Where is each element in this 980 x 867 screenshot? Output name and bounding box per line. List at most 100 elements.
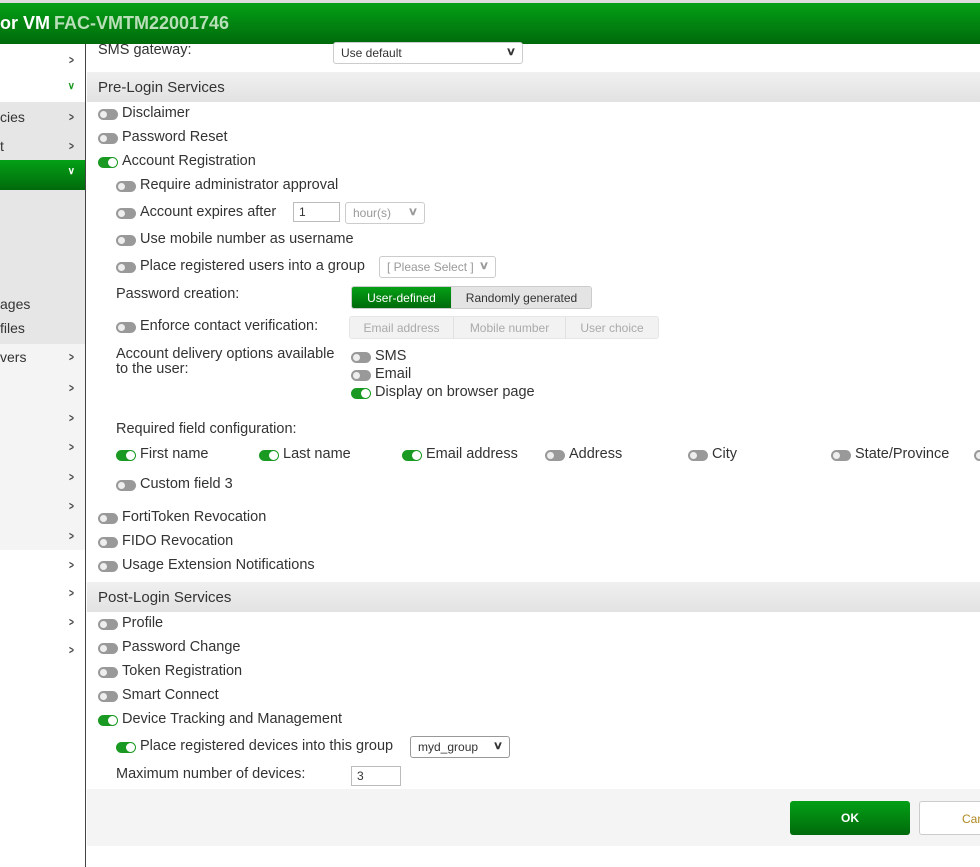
fortitoken-revocation-toggle[interactable] (98, 513, 118, 524)
device-tracking-label: Device Tracking and Management (122, 711, 343, 727)
password-reset-toggle[interactable] (98, 133, 118, 144)
token-registration-toggle[interactable] (98, 667, 118, 678)
sidebar-item[interactable]: ∨ (0, 75, 85, 103)
chevron-right-icon: > (69, 643, 74, 657)
chevron-right-icon: > (69, 470, 74, 484)
chevron-right-icon: > (69, 110, 74, 124)
sidebar-item[interactable]: > (0, 637, 85, 665)
use-mobile-toggle[interactable] (116, 235, 136, 246)
usage-extension-label: Usage Extension Notifications (122, 557, 315, 573)
sms-gateway-select[interactable]: Use default ∨ (333, 42, 523, 64)
require-admin-toggle[interactable] (116, 181, 136, 192)
email-address-toggle[interactable] (402, 450, 422, 461)
sidebar-item[interactable]: > (0, 609, 85, 637)
sidebar-item[interactable]: > (0, 523, 85, 551)
user-group-select[interactable]: [ Please Select ] ∨ (379, 256, 496, 278)
display-browser-toggle[interactable] (351, 388, 371, 399)
sidebar-item[interactable]: > (0, 493, 85, 521)
address-label: Address (569, 446, 623, 462)
place-devices-toggle[interactable] (116, 742, 136, 753)
email-address-option[interactable]: Email address (350, 317, 454, 338)
sidebar-item[interactable]: > (0, 552, 85, 580)
smart-connect-toggle[interactable] (98, 691, 118, 702)
sidebar-item-label: ages (0, 296, 31, 312)
mobile-number-option[interactable]: Mobile number (454, 317, 566, 338)
sidebar-item[interactable]: > (0, 434, 85, 462)
profile-toggle[interactable] (98, 619, 118, 630)
place-devices-label: Place registered devices into this group (140, 738, 394, 754)
chevron-right-icon: > (69, 615, 74, 629)
email-label: Email (375, 366, 412, 382)
chevron-right-icon: > (69, 411, 74, 425)
cancel-button[interactable]: Can (919, 801, 980, 835)
first-name-label: First name (140, 446, 209, 462)
post-login-section-header: Post-Login Services (87, 582, 980, 612)
chevron-down-icon: ∨ (67, 81, 75, 92)
sidebar-item[interactable]: vers > (0, 344, 85, 372)
sidebar-item[interactable]: > (0, 47, 85, 75)
password-change-toggle[interactable] (98, 643, 118, 654)
account-registration-toggle[interactable] (98, 157, 118, 168)
profile-label: Profile (122, 615, 164, 631)
disclaimer-toggle[interactable] (98, 109, 118, 120)
header-bar: or VM FAC-VMTM22001746 (0, 0, 980, 44)
password-creation-label: Password creation: (116, 286, 240, 302)
sidebar-item[interactable]: > (0, 464, 85, 492)
expires-unit-select[interactable]: hour(s) ∨ (345, 202, 425, 224)
state-province-toggle[interactable] (831, 450, 851, 461)
fido-revocation-label: FIDO Revocation (122, 533, 234, 549)
select-value: myd_group (418, 740, 479, 754)
first-name-toggle[interactable] (116, 450, 136, 461)
chevron-right-icon: > (69, 558, 74, 572)
chevron-right-icon: > (69, 139, 74, 153)
place-group-toggle[interactable] (116, 262, 136, 273)
sms-toggle[interactable] (351, 352, 371, 363)
product-name: or VM (0, 13, 51, 33)
password-change-label: Password Change (122, 639, 241, 655)
sidebar-subitem[interactable]: files (0, 315, 85, 343)
randomly-generated-option[interactable]: Randomly generated (452, 287, 591, 308)
user-defined-option[interactable]: User-defined (352, 287, 452, 308)
account-registration-label: Account Registration (122, 153, 256, 169)
city-label: City (712, 446, 737, 462)
account-expires-label: Account expires after (140, 204, 277, 220)
sidebar-item-selected[interactable]: ∨ (0, 160, 85, 190)
max-devices-input[interactable]: 3 (351, 766, 401, 786)
device-group-select[interactable]: myd_group ∨ (410, 736, 510, 758)
sidebar-item-label: cies (0, 109, 25, 125)
chevron-right-icon: > (69, 381, 74, 395)
user-choice-option[interactable]: User choice (566, 317, 658, 338)
custom-field-3-toggle[interactable] (116, 480, 136, 491)
fido-revocation-toggle[interactable] (98, 537, 118, 548)
sidebar-item[interactable]: cies > (0, 104, 85, 132)
display-browser-label: Display on browser page (375, 384, 535, 400)
chevron-right-icon: > (69, 350, 74, 364)
chevron-right-icon: > (69, 440, 74, 454)
sidebar-item-label: files (0, 320, 25, 336)
sms-label: SMS (375, 348, 407, 364)
enforce-contact-toggle[interactable] (116, 322, 136, 333)
sidebar-item[interactable]: > (0, 405, 85, 433)
account-expires-toggle[interactable] (116, 208, 136, 219)
state-province-label: State/Province (855, 446, 950, 462)
chevron-right-icon: > (69, 53, 74, 67)
sidebar-item[interactable]: > (0, 375, 85, 403)
address-toggle[interactable] (545, 450, 565, 461)
last-name-toggle[interactable] (259, 450, 279, 461)
use-mobile-label: Use mobile number as username (140, 231, 354, 247)
custom-field-3-label: Custom field 3 (140, 476, 233, 492)
sidebar-item[interactable]: t > (0, 133, 85, 161)
place-group-label: Place registered users into a group (140, 258, 365, 274)
expires-value-input[interactable]: 1 (293, 202, 340, 222)
device-tracking-toggle[interactable] (98, 715, 118, 726)
sidebar-item[interactable]: > (0, 580, 85, 608)
fortitoken-revocation-label: FortiToken Revocation (122, 509, 267, 525)
chevron-down-icon: ∨ (505, 46, 517, 58)
city-toggle[interactable] (688, 450, 708, 461)
ok-button[interactable]: OK (790, 801, 910, 835)
sidebar-item-label: vers (0, 349, 27, 365)
next-field-toggle[interactable] (974, 450, 980, 461)
email-address-label: Email address (426, 446, 518, 462)
email-toggle[interactable] (351, 370, 371, 381)
usage-extension-toggle[interactable] (98, 561, 118, 572)
